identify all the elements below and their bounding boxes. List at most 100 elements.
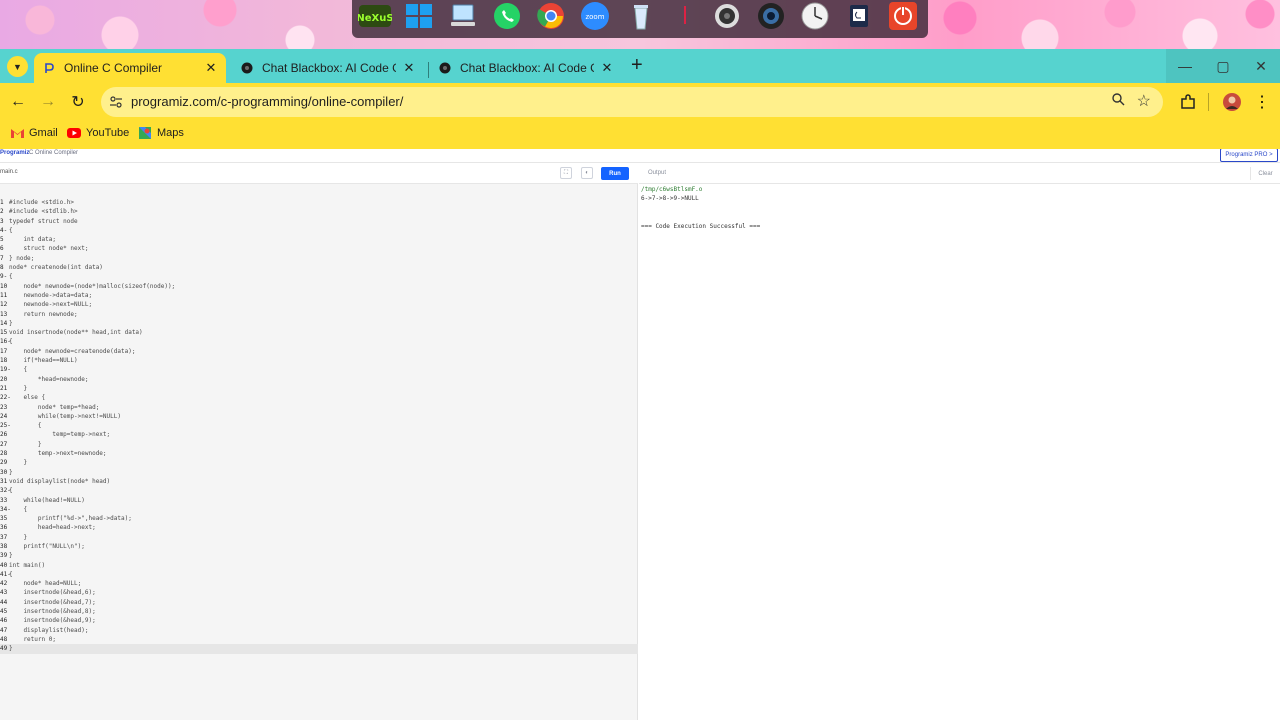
recycle-bin-icon[interactable] [624, 0, 658, 32]
code-line[interactable]: 2 #include <stdlib.h> [0, 207, 638, 216]
output-line: /tmp/c6wsBtlsmF.o [641, 186, 703, 193]
maximize-window-icon[interactable]: ▢ [1204, 49, 1242, 83]
clipboard-icon[interactable] [842, 0, 876, 32]
code-line[interactable]: 7} node; [0, 254, 638, 263]
code-line[interactable]: 49} [0, 644, 638, 654]
code-line[interactable]: 16-{ [0, 337, 638, 346]
code-line[interactable]: 22- else { [0, 393, 638, 402]
code-line[interactable]: 37 } [0, 533, 638, 542]
forward-arrow-icon[interactable]: → [37, 91, 59, 113]
code-text: } [9, 384, 28, 392]
windows-icon[interactable] [402, 0, 436, 32]
code-line[interactable]: 3 typedef struct node [0, 217, 638, 226]
close-tab-icon[interactable]: ✕ [600, 60, 614, 76]
code-line[interactable]: 19- { [0, 365, 638, 374]
url-text[interactable]: programiz.com/c-programming/online-compi… [131, 94, 403, 109]
chrome-icon[interactable] [534, 0, 568, 32]
run-button[interactable]: Run [601, 167, 629, 180]
address-bar[interactable]: programiz.com/c-programming/online-compi… [101, 87, 1163, 117]
code-line[interactable]: 44 insertnode(&head,7); [0, 598, 638, 607]
code-line[interactable]: 10 node* newnode=(node*)malloc(sizeof(no… [0, 282, 638, 291]
code-line[interactable]: 20 *head=newnode; [0, 375, 638, 384]
code-line[interactable]: 40 int main() [0, 561, 638, 570]
code-line[interactable]: 12 newnode->next=NULL; [0, 300, 638, 309]
programiz-pro-button[interactable]: Programiz PRO > [1220, 149, 1278, 162]
code-line[interactable]: 41-{ [0, 570, 638, 579]
close-tab-icon[interactable]: ✕ [204, 60, 218, 76]
breadcrumb: C Online Compiler [29, 150, 79, 156]
code-editor[interactable]: 1 #include <stdio.h> 2 #include <stdlib.h> 3… [0, 198, 638, 654]
zoom-magnifier-icon[interactable] [1111, 92, 1125, 109]
line-number: 26 [0, 431, 8, 439]
code-line[interactable]: 23 node* temp=*head; [0, 403, 638, 412]
code-line[interactable]: 48 return 0; [0, 635, 638, 644]
code-line[interactable]: 33 while(head!=NULL) [0, 496, 638, 505]
code-line[interactable]: 24 while(temp->next!=NULL) [0, 412, 638, 421]
code-line[interactable]: 27 } [0, 440, 638, 449]
profile-avatar[interactable] [1222, 92, 1242, 112]
code-line[interactable]: 26 temp=temp->next; [0, 430, 638, 439]
code-line[interactable]: 18 if(*head==NULL) [0, 356, 638, 365]
code-line[interactable]: 34- { [0, 505, 638, 514]
tab-chat-blackbox-2[interactable]: Chat Blackbox: AI Code Generat ✕ [430, 53, 622, 83]
code-line[interactable]: 4-{ [0, 226, 638, 235]
code-line[interactable]: 43 insertnode(&head,6); [0, 588, 638, 597]
code-line[interactable]: 14} [0, 319, 638, 328]
code-line[interactable]: 11 newnode->data=data; [0, 291, 638, 300]
code-line[interactable]: 46 insertnode(&head,9); [0, 616, 638, 625]
code-line[interactable]: 8 node* createnode(int data) [0, 263, 638, 272]
code-line[interactable]: 6 struct node* next; [0, 244, 638, 253]
code-line[interactable]: 28 temp->next=newnode; [0, 449, 638, 458]
theme-toggle-icon[interactable]: ◐ [581, 167, 593, 179]
bookmark-youtube[interactable]: YouTube [67, 127, 129, 139]
power-icon[interactable] [886, 0, 920, 32]
bookmark-star-icon[interactable]: ☆ [1137, 91, 1151, 111]
camera-icon[interactable] [754, 0, 788, 32]
tab-search-button[interactable]: ▼ [7, 56, 28, 77]
reload-icon[interactable]: ↻ [67, 91, 89, 113]
code-line[interactable]: 25- { [0, 421, 638, 430]
code-line[interactable]: 9-{ [0, 272, 638, 281]
tab-chat-blackbox[interactable]: Chat Blackbox: AI Code Generat ✕ [232, 53, 424, 83]
fullscreen-icon[interactable]: ⛶ [560, 167, 572, 179]
zoom-icon[interactable]: zoom [578, 0, 612, 32]
back-arrow-icon[interactable]: ← [7, 91, 29, 113]
minimize-window-icon[interactable]: — [1166, 49, 1204, 83]
code-line[interactable]: 1 #include <stdio.h> [0, 198, 638, 207]
code-line[interactable]: 31 void displaylist(node* head) [0, 477, 638, 486]
code-line[interactable]: 15 void insertnode(node** head,int data) [0, 328, 638, 337]
file-tab[interactable]: main.c [0, 169, 18, 175]
code-line[interactable]: 5 int data; [0, 235, 638, 244]
code-text: { [9, 570, 13, 578]
site-settings-icon[interactable] [109, 95, 123, 109]
code-line[interactable]: 38 printf("NULL\n"); [0, 542, 638, 551]
code-line[interactable]: 29 } [0, 458, 638, 467]
code-line[interactable]: 39} [0, 551, 638, 560]
close-tab-icon[interactable]: ✕ [402, 60, 416, 76]
code-line[interactable]: 42 node* head=NULL; [0, 579, 638, 588]
code-line[interactable]: 36 head=head->next; [0, 523, 638, 532]
browser-menu-kebab-icon[interactable]: ⋮ [1252, 92, 1272, 112]
webcam-icon[interactable] [710, 0, 744, 32]
code-line[interactable]: 21 } [0, 384, 638, 393]
extensions-puzzle-icon[interactable] [1178, 92, 1198, 112]
code-line[interactable]: 17 node* newnode=createnode(data); [0, 347, 638, 356]
clear-output-button[interactable]: Clear [1250, 167, 1280, 180]
code-line[interactable]: 13 return newnode; [0, 310, 638, 319]
code-line[interactable]: 30} [0, 468, 638, 477]
tab-online-c-compiler[interactable]: Online C Compiler ✕ [34, 53, 226, 83]
this-pc-icon[interactable] [446, 0, 480, 32]
code-line[interactable]: 47 displaylist(head); [0, 626, 638, 635]
whatsapp-icon[interactable] [490, 0, 524, 32]
close-window-icon[interactable]: ✕ [1242, 49, 1280, 83]
clock-icon[interactable] [798, 0, 832, 32]
output-title: Output [648, 170, 667, 176]
code-line[interactable]: 35 printf("%d->",head->data); [0, 514, 638, 523]
site-logo[interactable]: Programiz [0, 150, 29, 156]
new-tab-plus-icon[interactable]: + [631, 55, 643, 75]
bookmark-gmail[interactable]: Gmail [10, 127, 58, 139]
code-line[interactable]: 32-{ [0, 486, 638, 495]
code-line[interactable]: 45 insertnode(&head,8); [0, 607, 638, 616]
bookmark-maps[interactable]: Maps [138, 127, 184, 139]
nexus-icon[interactable]: NeXuS [358, 0, 392, 32]
